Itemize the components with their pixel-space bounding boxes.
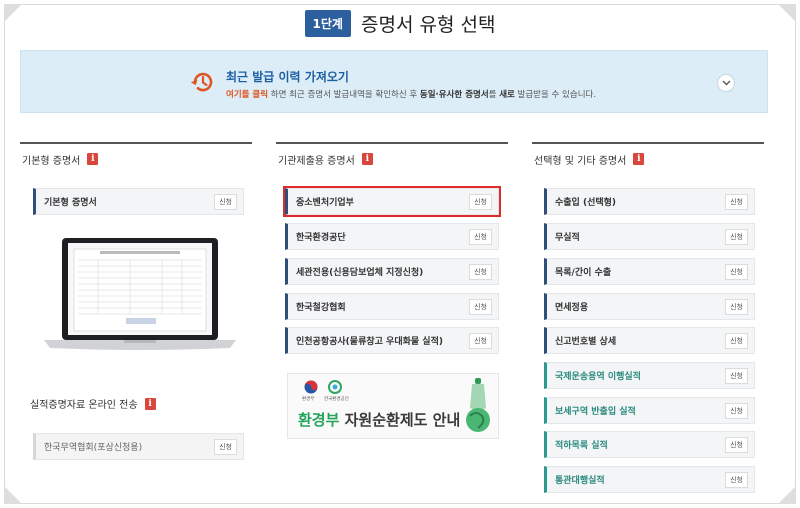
section-title-online: 실적증명자료 온라인 전송 i [30,396,156,411]
cert-item-no-record[interactable]: 무실적 신청 [544,223,755,250]
history-desc-text: 하면 최근 증명서 발급내역을 확인하신 후 [268,90,420,100]
history-title: 최근 발급 이력 가져오기 [226,70,349,84]
laptop-illustration [44,238,236,350]
apply-button[interactable]: 신청 [469,298,492,315]
cert-item-label: 보세구역 반출입 실적 [555,407,636,417]
recent-history-panel[interactable]: 최근 발급 이력 가져오기 여기를 클릭 하면 최근 증명서 발급내역을 확인하… [20,50,768,113]
column-agency: 기관제출용 증명서 i [276,142,508,174]
banner-title-highlight: 환경부 [298,411,340,429]
cert-item-customs[interactable]: 세관전용(신용담보업체 지정신청) 신청 [285,258,499,285]
step-badge: 1단계 [304,10,351,37]
cert-item-basic[interactable]: 기본형 증명서 신청 [33,188,244,215]
cert-item-import-export[interactable]: 수출입 (선택형) 신청 [544,188,755,215]
apply-button[interactable]: 신청 [469,228,492,245]
expand-toggle[interactable] [717,74,735,92]
apply-button[interactable]: 신청 [469,263,492,280]
info-icon[interactable]: i [144,397,156,410]
info-icon[interactable]: i [633,153,645,165]
cert-item-duty-free[interactable]: 면세정용 신청 [544,293,755,320]
cert-item-label: 무실적 [555,233,580,243]
banner-org-name: 환경부 [302,397,315,402]
apply-button[interactable]: 신청 [469,332,492,349]
corner-decoration [4,486,22,504]
page-title: 증명서 유형 선택 [360,14,496,36]
corner-decoration [778,486,796,504]
apply-button[interactable]: 신청 [214,193,237,210]
recycle-globe-icon [466,378,490,432]
cert-item-label: 수출입 (선택형) [555,198,617,208]
history-description: 여기를 클릭 하면 최근 증명서 발급내역을 확인하신 후 동일·유사한 증명서… [226,88,596,100]
cert-item-kosa[interactable]: 한국철강협회 신청 [285,293,499,320]
cert-item-label: 신고번호별 상세 [555,337,617,347]
apply-button[interactable]: 신청 [725,471,748,488]
column-title: 기관제출용 증명서 i [276,142,508,174]
cert-item-keco[interactable]: 한국환경공단 신청 [285,223,499,250]
cert-item-iiac[interactable]: 인천공항공사(물류창고 우대화물 실적) 신청 [285,327,499,354]
apply-button[interactable]: 신청 [725,228,748,245]
apply-button[interactable]: 신청 [725,298,748,315]
chevron-down-icon [722,80,730,86]
ministry-logo-icon [304,380,318,394]
cert-item-label: 기본형 증명서 [44,198,97,208]
cert-item-label: 한국무역협회(포상신청용) [44,443,143,453]
cert-item-label: 면세정용 [555,303,589,313]
column-title: 선택형 및 기타 증명서 i [532,142,764,174]
column-title-text: 기본형 증명서 [22,155,81,167]
cert-item-declaration-detail[interactable]: 신고번호별 상세 신청 [544,327,755,354]
apply-button[interactable]: 신청 [214,438,237,455]
info-icon[interactable]: i [361,153,373,165]
apply-button[interactable]: 신청 [725,436,748,453]
history-desc-bold: 동일·유사한 증명서 [419,90,489,100]
apply-button[interactable]: 신청 [725,263,748,280]
history-icon [190,72,213,92]
cert-item-simple-export[interactable]: 목록/간이 수출 신청 [544,258,755,285]
banner-title: 환경부 자원순환제도 안내 [298,409,460,430]
history-desc-text: 발급받을 수 있습니다. [514,90,597,100]
cert-item-bonded-area[interactable]: 보세구역 반출입 실적 신청 [544,397,755,424]
column-title: 기본형 증명서 i [20,142,252,174]
history-desc-bold: 새로 [499,90,515,100]
info-icon[interactable]: i [87,153,99,165]
column-title-text: 선택형 및 기타 증명서 [534,155,627,167]
apply-button[interactable]: 신청 [725,367,748,384]
cert-item-label: 한국환경공단 [296,233,346,243]
cert-item-label: 통관대행실적 [555,476,605,486]
column-other: 선택형 및 기타 증명서 i [532,142,764,174]
cert-item-label: 중소벤처기업부 [296,198,354,208]
cert-item-mss[interactable]: 중소벤처기업부 신청 [283,186,501,217]
resource-circulation-banner[interactable]: 환경부 한국환경공단 환경부 자원순환제도 안내 [287,373,499,439]
column-basic: 기본형 증명서 i [20,142,252,174]
section-title-text: 실적증명자료 온라인 전송 [30,400,138,411]
cert-item-label: 세관전용(신용담보업체 지정신청) [296,268,424,278]
apply-button[interactable]: 신청 [725,193,748,210]
banner-org-name: 한국환경공단 [324,397,349,402]
cert-item-label: 인천공항공사(물류창고 우대화물 실적) [296,337,443,347]
cert-item-label: 국제운송용역 이행실적 [555,372,641,382]
cert-item-label: 한국철강협회 [296,303,346,313]
apply-button[interactable]: 신청 [725,402,748,419]
column-title-text: 기관제출용 증명서 [278,155,355,167]
apply-button[interactable]: 신청 [469,193,492,210]
cert-item-manifest[interactable]: 적하목록 실적 신청 [544,431,755,458]
agency-logo-icon [328,380,342,394]
step-header: 1단계 증명서 유형 선택 [0,10,800,37]
banner-title-text: 자원순환제도 안내 [339,411,461,429]
cert-item-label: 적하목록 실적 [555,441,608,451]
cert-item-intl-transport[interactable]: 국제운송용역 이행실적 신청 [544,362,755,389]
cert-item-kita[interactable]: 한국무역협회(포상신청용) 신청 [33,433,244,460]
apply-button[interactable]: 신청 [725,332,748,349]
history-click-link[interactable]: 여기를 클릭 [226,90,268,100]
cert-item-customs-agency[interactable]: 통관대행실적 신청 [544,466,755,493]
history-desc-text: 를 [488,90,500,100]
cert-item-label: 목록/간이 수출 [555,268,612,278]
